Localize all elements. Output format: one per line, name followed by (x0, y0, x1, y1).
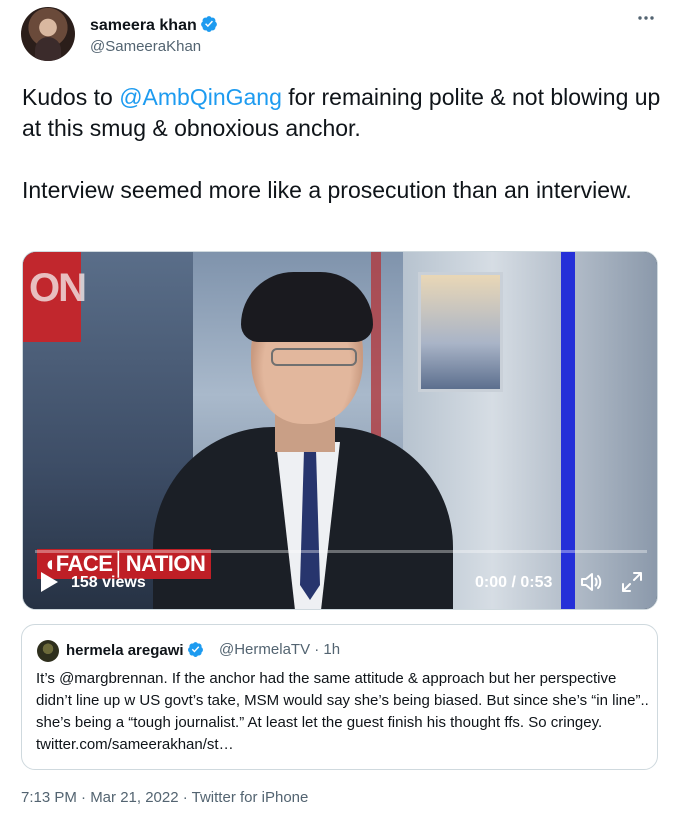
tweet-text: Kudos to @AmbQinGang for remaining polit… (22, 82, 662, 206)
tweet-timestamp[interactable]: 7:13 PM · Mar 21, 2022 · Twitter for iPh… (21, 789, 308, 806)
quote-text: It’s @margbrennan. If the anchor had the… (36, 670, 649, 753)
tweet-text-prefix: Kudos to (22, 84, 120, 110)
verified-badge-icon (187, 642, 203, 657)
play-button[interactable] (39, 571, 59, 593)
studio-sign-text: ON (29, 266, 87, 310)
studio-red-panel: ON (23, 252, 87, 342)
verified-badge-icon (200, 16, 217, 32)
video-time: 0:00 / 0:53 (475, 574, 553, 591)
author-name[interactable]: sameera khan (90, 17, 197, 34)
quoted-tweet[interactable]: hermela aregawi @HermelaTV · 1h It’s @ma… (21, 624, 658, 770)
more-horizontal-icon (638, 16, 654, 20)
author-handle[interactable]: @SameeraKhan (90, 38, 201, 55)
more-options-button[interactable] (632, 11, 660, 33)
view-count: 158 views (71, 574, 146, 591)
studio-blue-stripe (561, 252, 575, 609)
tweet-paragraph-2: Interview seemed more like a prosecution… (22, 177, 632, 203)
video-progress-bar[interactable] (35, 550, 647, 553)
quote-handle-time: @HermelaTV · 1h (219, 641, 341, 658)
tweet-paragraph-1: Kudos to @AmbQinGang for remaining polit… (22, 82, 662, 144)
quote-avatar[interactable] (37, 640, 59, 662)
quote-author-name: hermela aregawi (66, 642, 184, 659)
volume-icon (581, 573, 602, 591)
play-icon (41, 572, 58, 592)
fullscreen-button[interactable] (620, 570, 644, 594)
quote-author-name-row: hermela aregawi (66, 641, 204, 659)
tweet-header: sameera khan @SameeraKhan (21, 7, 661, 65)
person-hair (241, 272, 373, 342)
mention-link[interactable]: @AmbQinGang (119, 84, 282, 110)
studio-window (418, 272, 503, 392)
fullscreen-icon (622, 572, 642, 592)
volume-button[interactable] (579, 570, 603, 594)
person-glasses (271, 348, 357, 366)
video-player[interactable]: ON ◖FACE│NATION 158 views 0:00 / 0:53 (22, 251, 658, 610)
author-name-row[interactable]: sameera khan (90, 15, 218, 35)
avatar[interactable] (21, 7, 75, 61)
